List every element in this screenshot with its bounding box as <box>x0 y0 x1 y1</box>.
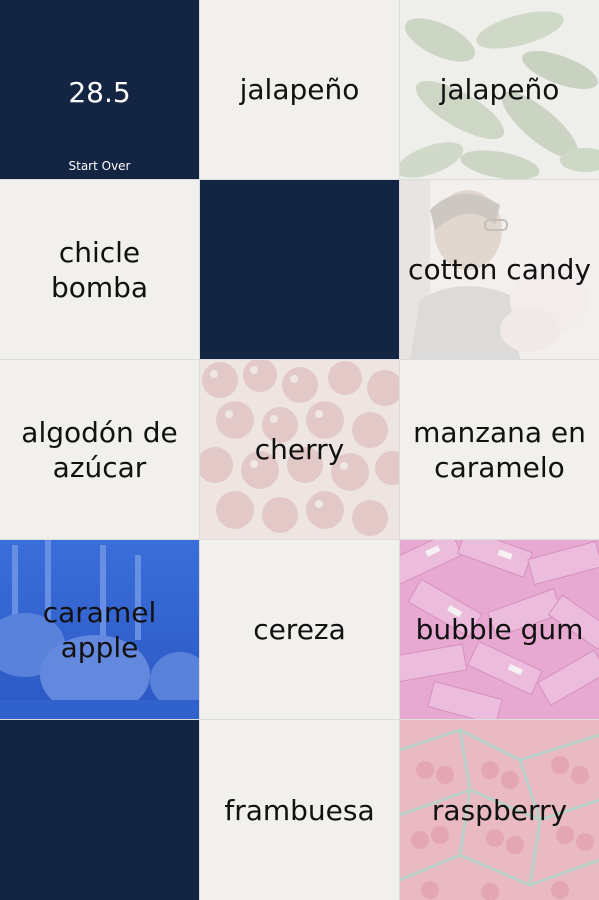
timer-value: 28.5 <box>68 75 131 109</box>
start-over-button[interactable]: Start Over <box>0 159 199 173</box>
card-tile-photo[interactable]: cotton candy <box>400 180 599 359</box>
card-word: jalapeño <box>439 73 560 106</box>
card-tile-photo[interactable]: bubble gum <box>400 540 599 719</box>
matched-tile-empty <box>200 180 399 359</box>
card-word: manzana en caramelo <box>413 415 586 484</box>
card-word: frambuesa <box>224 793 375 827</box>
card-word: raspberry <box>431 793 568 827</box>
card-tile-photo[interactable]: cherry <box>200 360 399 539</box>
card-tile-photo[interactable]: caramel apple <box>0 540 199 719</box>
card-tile[interactable]: manzana en caramelo <box>400 360 599 539</box>
card-tile[interactable]: frambuesa <box>200 720 399 900</box>
card-tile[interactable]: algodón de azúcar <box>0 360 199 539</box>
card-word: cotton candy <box>408 253 591 286</box>
card-word: cherry <box>254 433 345 466</box>
card-word: algodón de azúcar <box>21 415 178 484</box>
card-word: chicle bomba <box>50 235 149 304</box>
card-tile[interactable]: jalapeño <box>200 0 399 179</box>
card-word: cereza <box>253 613 346 646</box>
card-tile-photo[interactable]: jalapeño <box>400 0 599 179</box>
card-tile-photo[interactable]: raspberry <box>400 720 599 900</box>
memory-game-board: 28.5 Start Over jalapeño jalapeño chicle… <box>0 0 599 900</box>
matched-tile-empty <box>0 720 199 900</box>
card-word: jalapeño <box>239 73 360 106</box>
card-word: bubble gum <box>415 613 584 646</box>
card-word: caramel apple <box>42 595 157 664</box>
card-tile[interactable]: cereza <box>200 540 399 719</box>
timer-tile: 28.5 Start Over <box>0 0 199 179</box>
card-tile[interactable]: chicle bomba <box>0 180 199 359</box>
